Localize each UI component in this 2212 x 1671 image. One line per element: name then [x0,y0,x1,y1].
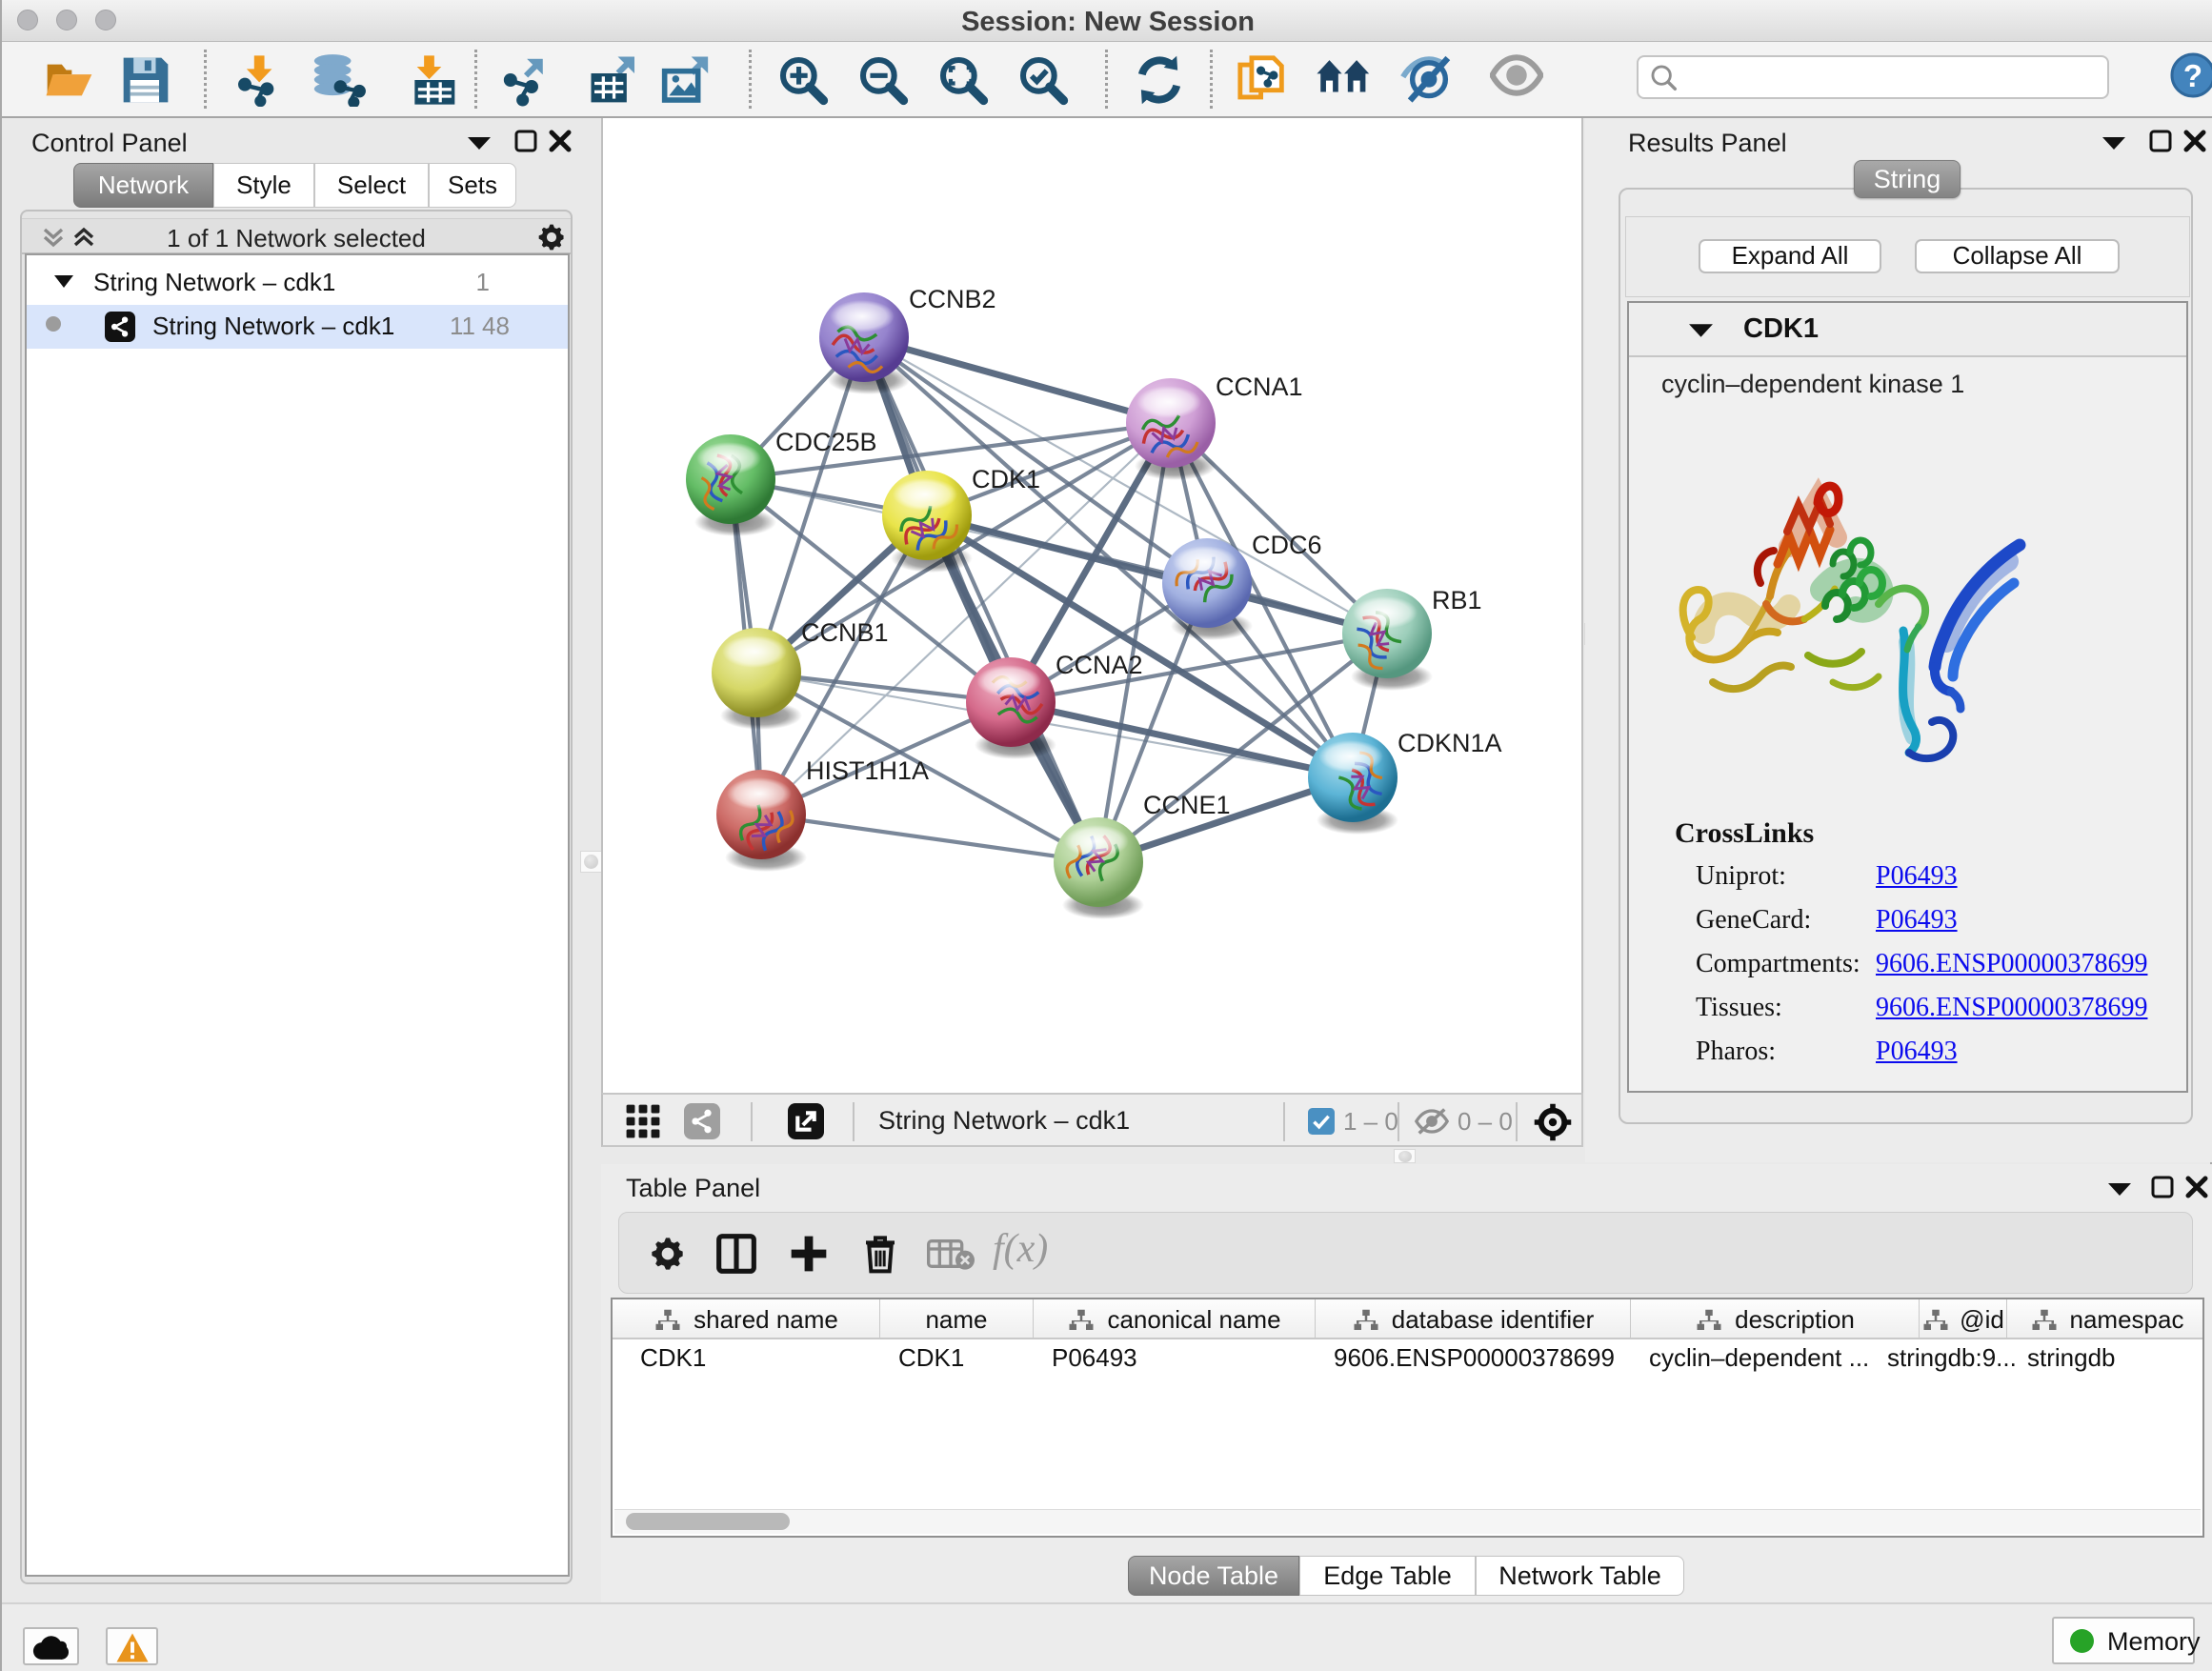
svg-text:CCNA1: CCNA1 [1216,372,1303,401]
svg-text:?: ? [2183,58,2202,93]
svg-text:HIST1H1A: HIST1H1A [806,756,929,785]
svg-text:CCNB1: CCNB1 [801,618,889,647]
svg-text:CCNE1: CCNE1 [1143,791,1231,819]
svg-text:CDK1: CDK1 [972,465,1040,493]
svg-text:CDC25B: CDC25B [775,428,877,456]
svg-text:CDC6: CDC6 [1252,531,1322,559]
svg-text:CDKN1A: CDKN1A [1398,729,1502,757]
svg-text:CCNA2: CCNA2 [1056,651,1143,679]
svg-text:CCNB2: CCNB2 [909,285,996,313]
svg-text:RB1: RB1 [1432,586,1482,614]
